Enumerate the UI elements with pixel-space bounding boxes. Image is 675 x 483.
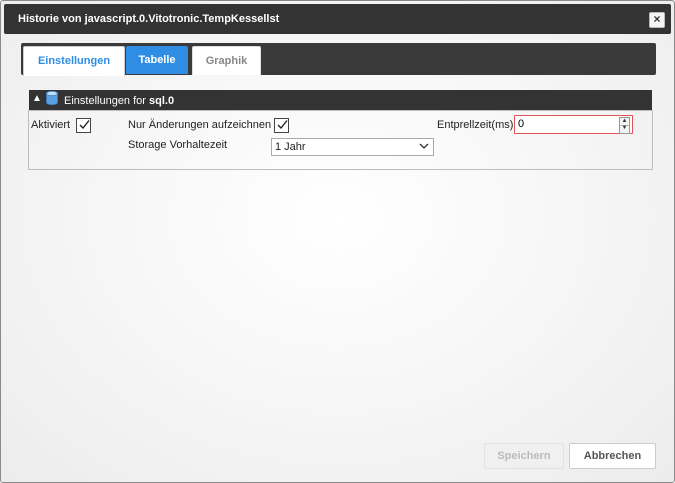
entprellzeit-input[interactable] (518, 117, 616, 131)
tab-einstellungen[interactable]: Einstellungen (23, 46, 125, 76)
panel-title-prefix: Einstellungen for (64, 95, 146, 107)
save-button[interactable]: Speichern (484, 443, 564, 469)
panel-title-instance: sql.0 (149, 95, 175, 107)
entprellzeit-field[interactable]: ▲ ▼ (514, 115, 633, 134)
check-icon (79, 120, 90, 130)
aktiviert-checkbox[interactable] (76, 118, 91, 133)
collapse-triangle-icon[interactable]: ▲ (32, 93, 42, 104)
tab-bar: Einstellungen Tabelle Graphik (21, 43, 656, 76)
chevron-down-icon (419, 143, 429, 149)
history-dialog: Historie von javascript.0.Vitotronic.Tem… (0, 0, 675, 483)
cancel-button[interactable]: Abbrechen (569, 443, 656, 469)
nur-aenderungen-checkbox[interactable] (274, 118, 289, 133)
settings-panel-body: Aktiviert Nur Änderungen aufzeichnen Ent… (28, 110, 653, 170)
tab-graphik[interactable]: Graphik (192, 46, 261, 75)
close-icon[interactable]: × (649, 12, 665, 28)
spin-down-icon[interactable]: ▼ (620, 125, 629, 132)
database-icon (46, 91, 58, 105)
tab-tabelle[interactable]: Tabelle (126, 46, 188, 74)
entprellzeit-spinner[interactable]: ▲ ▼ (619, 117, 630, 134)
storage-select-value: 1 Jahr (275, 141, 306, 153)
storage-label: Storage Vorhaltezeit (128, 139, 228, 151)
check-icon (277, 120, 288, 130)
dialog-title: Historie von javascript.0.Vitotronic.Tem… (18, 13, 280, 25)
entprellzeit-label: Entprellzeit(ms) (437, 119, 514, 131)
storage-select[interactable]: 1 Jahr (271, 138, 434, 156)
settings-panel-header[interactable]: ▲ Einstellungen for sql.0 (29, 90, 652, 110)
nur-aenderungen-label: Nur Änderungen aufzeichnen (128, 119, 272, 131)
panel-title: Einstellungen for sql.0 (64, 90, 174, 112)
aktiviert-label: Aktiviert (31, 119, 71, 131)
dialog-titlebar[interactable]: Historie von javascript.0.Vitotronic.Tem… (4, 4, 671, 34)
